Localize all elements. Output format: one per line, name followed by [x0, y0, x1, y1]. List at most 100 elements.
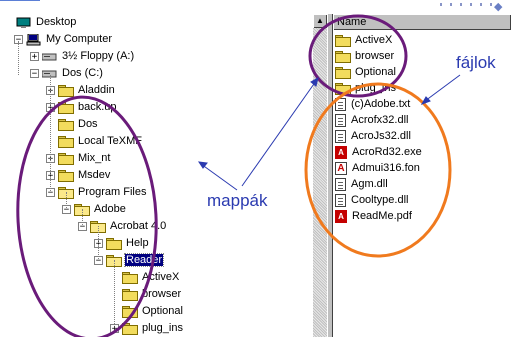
file-item-label: ReadMe.pdf: [352, 210, 412, 222]
tree-item[interactable]: ActiveX: [110, 269, 180, 285]
tree-guide-line: [18, 41, 19, 75]
collapse-icon[interactable]: −: [30, 68, 39, 78]
file-item-label: ActiveX: [355, 34, 393, 46]
file-item[interactable]: ActiveX: [335, 32, 393, 48]
tree-item[interactable]: + plug_ins: [110, 320, 184, 336]
folder-icon: [335, 82, 351, 95]
expand-icon[interactable]: +: [110, 323, 119, 333]
file-item-label: Agm.dll: [351, 178, 388, 190]
tree-item[interactable]: Local TeXMF: [46, 133, 143, 149]
tree-item[interactable]: + Mix_nt: [46, 150, 111, 166]
folder-tree[interactable]: Desktop − My Computer +3½ Floppy (A:) − Dos (…: [0, 14, 313, 337]
tree-item[interactable]: +3½ Floppy (A:): [30, 48, 135, 64]
file-item-label: Optional: [355, 66, 396, 78]
file-item[interactable]: A Admui316.fon: [335, 160, 421, 176]
tree-item-label: Acrobat 4.0: [110, 220, 167, 232]
file-item[interactable]: Cooltype.dll: [335, 192, 409, 208]
folder-icon: [106, 237, 122, 250]
file-item-label: Admui316.fon: [352, 162, 420, 174]
dll-file-icon: [335, 113, 346, 127]
tree-item-label: Program Files: [78, 186, 147, 198]
computer-icon: [26, 33, 41, 45]
folder-icon: [335, 34, 351, 47]
tree-item-label: Aladdin: [78, 84, 115, 96]
dll-file-icon: [335, 129, 346, 143]
tree-item-label: Reader: [123, 253, 165, 267]
desktop-icon: [16, 17, 31, 28]
column-header-name[interactable]: Name: [333, 14, 511, 30]
folder-icon: [58, 84, 74, 97]
folder-icon: [122, 305, 138, 318]
acrobat-exe-icon: A: [335, 145, 347, 159]
tree-item[interactable]: Desktop: [4, 14, 77, 30]
tree-guide-line: [82, 209, 83, 225]
file-item-label: Cooltype.dll: [351, 194, 409, 206]
tree-guide-line: [50, 75, 51, 191]
tree-item-label: Msdev: [78, 169, 111, 181]
tree-item[interactable]: + back.up: [46, 99, 118, 115]
file-item-label: AcroJs32.dll: [351, 130, 411, 142]
tree-item[interactable]: + Aladdin: [46, 82, 116, 98]
tree-item[interactable]: − Acrobat 4.0: [78, 218, 167, 234]
tree-item[interactable]: − Program Files: [46, 184, 147, 200]
tree-item[interactable]: − Reader: [94, 252, 165, 268]
file-item[interactable]: AcroJs32.dll: [335, 128, 412, 144]
folders-annotation: mappák: [207, 191, 268, 210]
font-file-icon: A: [335, 161, 347, 175]
tree-item-label: Dos (C:): [62, 67, 103, 79]
folder-icon: [58, 169, 74, 182]
tree-item-label: ActiveX: [142, 271, 180, 283]
tree-item-label: plug_ins: [142, 322, 183, 334]
tree-item[interactable]: − Dos (C:): [30, 65, 104, 81]
tree-item-label: Local TeXMF: [78, 135, 142, 147]
folder-icon: [122, 288, 138, 301]
tree-item-label: 3½ Floppy (A:): [62, 50, 135, 62]
tree-item-label: Dos: [78, 118, 98, 130]
folder-icon: [58, 118, 74, 131]
tree-item[interactable]: − My Computer: [14, 31, 113, 47]
tree-item[interactable]: − Adobe: [62, 201, 127, 217]
dll-file-icon: [335, 193, 346, 207]
folder-icon: [58, 152, 74, 165]
folder-icon: [335, 66, 351, 79]
tree-item[interactable]: Optional: [110, 303, 184, 319]
file-item-label: AcroRd32.exe: [352, 146, 422, 158]
tree-item-label: Adobe: [94, 203, 126, 215]
top-link-underline: [0, 0, 40, 1]
file-item[interactable]: Agm.dll: [335, 176, 389, 192]
file-item[interactable]: A AcroRd32.exe: [335, 144, 423, 160]
tree-guide-line: [114, 260, 115, 324]
file-item-label: browser: [355, 50, 395, 62]
text-file-icon: [335, 97, 346, 111]
scroll-up-icon[interactable]: ▲: [313, 14, 327, 28]
tree-item[interactable]: + Msdev: [46, 167, 111, 183]
tree-item-label: My Computer: [46, 33, 113, 45]
tree-item-label: Optional: [142, 305, 183, 317]
column-header-label: Name: [337, 16, 367, 28]
tree-item[interactable]: + Help: [94, 235, 150, 251]
file-item[interactable]: browser: [335, 48, 395, 64]
tree-item-label: back.up: [78, 101, 117, 113]
file-item[interactable]: A ReadMe.pdf: [335, 208, 413, 224]
file-item-label: (c)Adobe.txt: [351, 98, 411, 110]
tree-item-label: Help: [126, 237, 149, 249]
tree-scrollbar[interactable]: ▲: [313, 14, 327, 337]
tree-item[interactable]: Dos: [46, 116, 99, 132]
file-item[interactable]: Optional: [335, 64, 397, 80]
tree-item-label: browser: [142, 288, 182, 300]
file-item[interactable]: (c)Adobe.txt: [335, 96, 411, 112]
file-item[interactable]: Acrofx32.dll: [335, 112, 409, 128]
pdf-file-icon: A: [335, 209, 347, 223]
folder-icon: [335, 50, 351, 63]
files-annotation: fájlok: [456, 53, 496, 72]
folder-icon: [122, 322, 138, 335]
tree-item[interactable]: browser: [110, 286, 182, 302]
expand-icon[interactable]: +: [30, 51, 39, 61]
file-item-label: plug_ins: [355, 82, 396, 94]
floppy-drive-icon: [41, 51, 57, 62]
tree-item-label: Mix_nt: [78, 152, 111, 164]
file-item[interactable]: plug_ins: [335, 80, 397, 96]
tree-guide-line: [66, 192, 67, 208]
nav-up-arrow-icon[interactable]: ◆: [494, 0, 502, 13]
